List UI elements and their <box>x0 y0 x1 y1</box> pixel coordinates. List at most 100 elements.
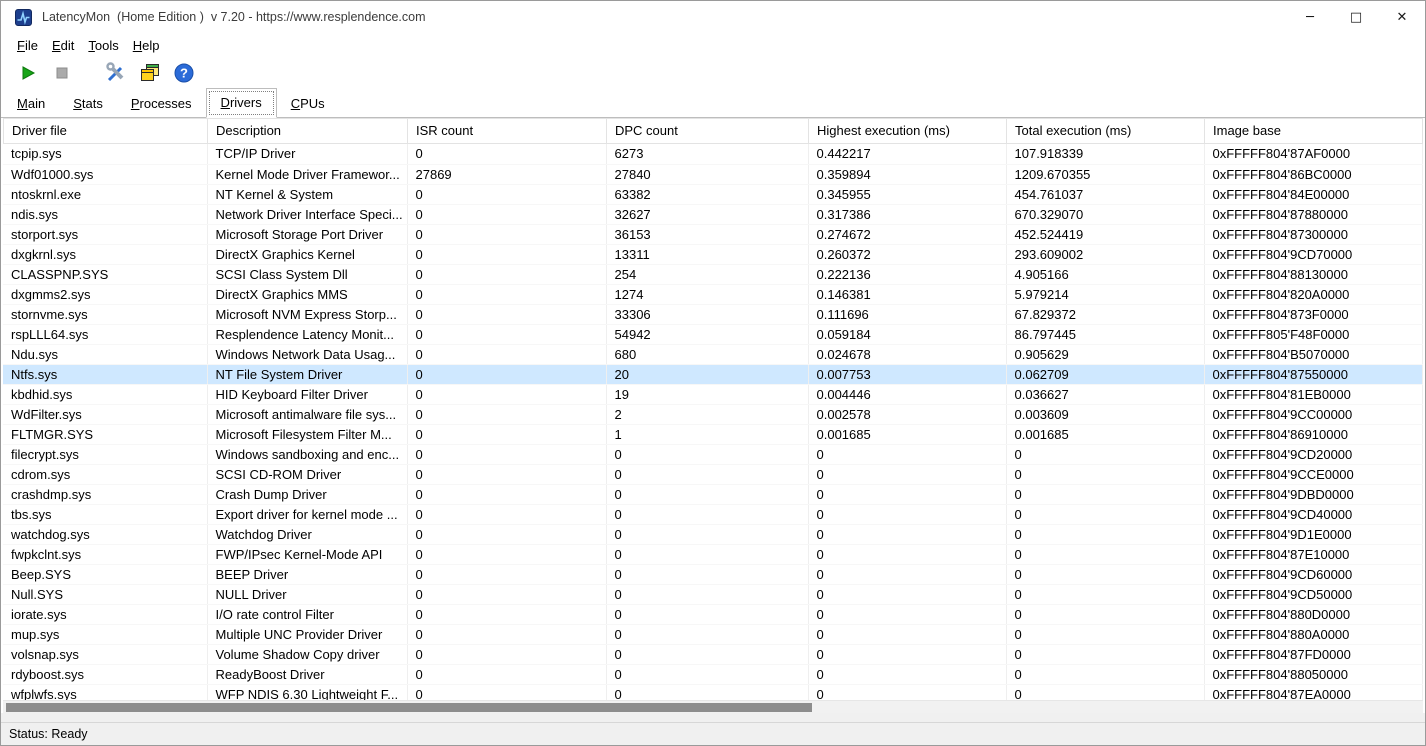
cell: 0 <box>606 484 809 505</box>
cell: 0 <box>808 524 1007 545</box>
minimize-button[interactable]: ─ <box>1287 1 1333 33</box>
cell: 0.007753 <box>808 364 1007 385</box>
table-row[interactable]: dxgkrnl.sys DirectX Graphics Kernel 0 13311… <box>3 244 1423 265</box>
table-row[interactable]: fwpkclnt.sys FWP/IPsec Kernel-Mode API 0 0 0… <box>3 544 1423 565</box>
cell: 0.442217 <box>808 144 1007 165</box>
column-header-6[interactable]: Image base <box>1204 118 1423 144</box>
cell: 0 <box>407 624 607 645</box>
menu-item-file[interactable]: File <box>10 35 45 56</box>
cell: Export driver for kernel mode ... <box>207 504 408 525</box>
close-button[interactable]: ✕ <box>1379 1 1425 33</box>
cell: iorate.sys <box>3 604 208 625</box>
cell: 0xFFFFF804'9DBD0000 <box>1204 484 1423 505</box>
table-row[interactable]: ndis.sys Network Driver Interface Speci..… <box>3 204 1423 225</box>
cell: tbs.sys <box>3 504 208 525</box>
column-header-2[interactable]: ISR count <box>407 118 607 144</box>
cell: FLTMGR.SYS <box>3 424 208 445</box>
column-header-4[interactable]: Highest execution (ms) <box>808 118 1007 144</box>
cell: Wdf01000.sys <box>3 164 208 185</box>
cell: 0 <box>407 284 607 305</box>
table-row[interactable]: dxgmms2.sys DirectX Graphics MMS 0 1274 0.14… <box>3 284 1423 305</box>
cell: 0 <box>1006 444 1205 465</box>
drivers-table-area: Driver file Description ISR count DPC count… <box>1 118 1425 713</box>
title-bar[interactable]: LatencyMon (Home Edition ) v 7.20 - http… <box>1 1 1425 33</box>
cell: 0 <box>407 584 607 605</box>
cell: 0xFFFFF804'88050000 <box>1204 664 1423 685</box>
cell: 0 <box>407 424 607 445</box>
table-row[interactable]: watchdog.sys Watchdog Driver 0 0 0 0 0xFFFFF80… <box>3 524 1423 545</box>
menu-item-help[interactable]: Help <box>126 35 167 56</box>
column-header-0[interactable]: Driver file <box>3 118 208 144</box>
table-row[interactable]: filecrypt.sys Windows sandboxing and enc.… <box>3 444 1423 465</box>
cell: 0xFFFFF804'87880000 <box>1204 204 1423 225</box>
tab-stats[interactable]: Stats <box>59 91 117 118</box>
cell: 0 <box>1006 484 1205 505</box>
table-row[interactable]: stornvme.sys Microsoft NVM Express Storp.… <box>3 304 1423 325</box>
menu-item-edit[interactable]: Edit <box>45 35 81 56</box>
cell: 0xFFFFF804'820A0000 <box>1204 284 1423 305</box>
table-row[interactable]: ntoskrnl.exe NT Kernel & System 0 63382 0.34… <box>3 184 1423 205</box>
table-row[interactable]: Ndu.sys Windows Network Data Usag... 0 680 0… <box>3 344 1423 365</box>
table-row[interactable]: cdrom.sys SCSI CD-ROM Driver 0 0 0 0 0xFFFFF80… <box>3 464 1423 485</box>
hscrollbar-thumb[interactable] <box>6 703 812 712</box>
table-row[interactable]: Null.SYS NULL Driver 0 0 0 0 0xFFFFF804'9CD500… <box>3 584 1423 605</box>
copy-windows-icon <box>141 63 159 81</box>
table-row[interactable]: FLTMGR.SYS Microsoft Filesystem Filter M.… <box>3 424 1423 445</box>
table-row[interactable]: tcpip.sys TCP/IP Driver 0 6273 0.442217 107.9… <box>3 144 1423 165</box>
cell: 254 <box>606 264 809 285</box>
cell: WFP NDIS 6.30 Lightweight F... <box>207 684 408 700</box>
tab-drivers[interactable]: Drivers <box>205 88 277 118</box>
maximize-button[interactable]: □ <box>1333 1 1379 33</box>
column-header-5[interactable]: Total execution (ms) <box>1006 118 1205 144</box>
cell: 0xFFFFF804'9CD70000 <box>1204 244 1423 265</box>
column-header-3[interactable]: DPC count <box>606 118 809 144</box>
cell: Kernel Mode Driver Framewor... <box>207 164 408 185</box>
cell: 0.260372 <box>808 244 1007 265</box>
tab-cpus[interactable]: CPUs <box>277 91 339 118</box>
table-row[interactable]: iorate.sys I/O rate control Filter 0 0 0 0 0xF… <box>3 604 1423 625</box>
table-row[interactable]: rspLLL64.sys Resplendence Latency Monit..… <box>3 324 1423 345</box>
cell: 0 <box>808 444 1007 465</box>
cell: 0xFFFFF804'9CD60000 <box>1204 564 1423 585</box>
cell: FWP/IPsec Kernel-Mode API <box>207 544 408 565</box>
table-row[interactable]: WdFilter.sys Microsoft antimalware file s… <box>3 404 1423 425</box>
table-row[interactable]: tbs.sys Export driver for kernel mode ...… <box>3 504 1423 525</box>
column-header-1[interactable]: Description <box>207 118 408 144</box>
tab-main[interactable]: Main <box>3 91 59 118</box>
cell: 0xFFFFF804'9CD40000 <box>1204 504 1423 525</box>
cell: wfplwfs.sys <box>3 684 208 700</box>
cell: kbdhid.sys <box>3 384 208 405</box>
help-button[interactable]: ? <box>169 59 199 86</box>
cell: 0xFFFFF805'F48F0000 <box>1204 324 1423 345</box>
tab-processes[interactable]: Processes <box>117 91 206 118</box>
cell: 0 <box>606 624 809 645</box>
table-row[interactable]: kbdhid.sys HID Keyboard Filter Driver 0 19 0… <box>3 384 1423 405</box>
cell: 0 <box>808 484 1007 505</box>
copy-report-button[interactable] <box>135 59 165 86</box>
horizontal-scrollbar[interactable] <box>3 700 1423 713</box>
table-row[interactable]: mup.sys Multiple UNC Provider Driver 0 0 0 0 0… <box>3 624 1423 645</box>
table-row[interactable]: Wdf01000.sys Kernel Mode Driver Framewor.… <box>3 164 1423 185</box>
cell: HID Keyboard Filter Driver <box>207 384 408 405</box>
table-row[interactable]: volsnap.sys Volume Shadow Copy driver 0 0 0 0… <box>3 644 1423 665</box>
cell: 20 <box>606 364 809 385</box>
stop-monitor-button[interactable] <box>47 59 77 86</box>
cell: 0 <box>407 504 607 525</box>
cell: 0 <box>1006 624 1205 645</box>
start-monitor-button[interactable] <box>13 59 43 86</box>
menu-item-tools[interactable]: Tools <box>81 35 125 56</box>
table-row[interactable]: Beep.SYS BEEP Driver 0 0 0 0 0xFFFFF804'9CD600… <box>3 564 1423 585</box>
table-row[interactable]: crashdmp.sys Crash Dump Driver 0 0 0 0 0xFFFFF… <box>3 484 1423 505</box>
cell: 0 <box>407 664 607 685</box>
cell: 0 <box>606 464 809 485</box>
cell: 0 <box>407 264 607 285</box>
table-row[interactable]: Ntfs.sys NT File System Driver 0 20 0.007753… <box>3 364 1423 385</box>
tools-options-button[interactable] <box>101 59 131 86</box>
table-row[interactable]: storport.sys Microsoft Storage Port Drive… <box>3 224 1423 245</box>
table-row[interactable]: CLASSPNP.SYS SCSI Class System Dll 0 254 0.2… <box>3 264 1423 285</box>
toolbar: ? <box>1 57 1425 88</box>
table-row[interactable]: rdyboost.sys ReadyBoost Driver 0 0 0 0 0xFFFFF… <box>3 664 1423 685</box>
cell: 0 <box>808 584 1007 605</box>
table-row[interactable]: wfplwfs.sys WFP NDIS 6.30 Lightweight F..… <box>3 684 1423 700</box>
cell: 0 <box>407 544 607 565</box>
